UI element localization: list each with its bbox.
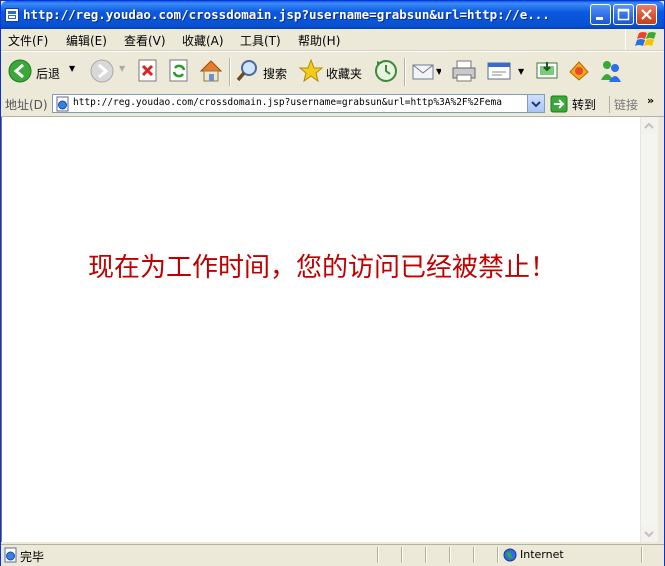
status-divider <box>473 547 475 563</box>
svg-text:▼: ▼ <box>518 67 525 76</box>
printer-icon <box>452 60 476 82</box>
forward-dropdown-icon: ▼ <box>119 64 126 73</box>
search-icon <box>236 60 257 82</box>
messenger-icon <box>601 61 621 82</box>
status-bar: 完毕 Internet <box>1 544 664 566</box>
forward-button[interactable]: ▼ <box>87 56 127 86</box>
address-dropdown-button[interactable] <box>527 95 544 112</box>
close-icon <box>641 9 652 20</box>
standard-toolbar: 后退 ▼ ▼ 搜索 收藏夹 ▼ ▼ <box>1 51 664 93</box>
print-button[interactable] <box>450 56 478 86</box>
refresh-button[interactable] <box>166 56 192 86</box>
windows-logo-icon <box>625 29 664 50</box>
scroll-up-button[interactable] <box>641 117 657 134</box>
chevron-up-icon <box>644 122 654 129</box>
minimize-icon <box>596 17 603 20</box>
stop-button[interactable] <box>135 56 161 86</box>
ie-page-icon <box>5 8 19 22</box>
menu-favorites[interactable]: 收藏(A) <box>182 32 224 49</box>
maximize-icon <box>617 8 630 21</box>
history-button[interactable] <box>372 56 400 86</box>
menu-tools[interactable]: 工具(T) <box>240 32 281 49</box>
favorites-label: 收藏夹 <box>326 67 363 81</box>
status-divider <box>425 547 427 563</box>
blocked-message: 现在为工作时间，您的访问已经被禁止！ <box>87 253 556 283</box>
window-title: http://reg.youdao.com/crossdomain.jsp?us… <box>23 7 550 22</box>
menu-file[interactable]: 文件(F) <box>8 32 48 49</box>
research-button[interactable] <box>565 56 593 86</box>
go-arrow-icon <box>550 95 568 113</box>
refresh-icon <box>169 59 188 82</box>
favorites-star-icon <box>298 58 324 83</box>
address-label: 地址(D) <box>5 98 48 112</box>
back-dropdown-icon[interactable]: ▼ <box>69 64 75 73</box>
svg-text:▼: ▼ <box>436 67 441 76</box>
address-input[interactable]: http://reg.youdao.com/crossdomain.jsp?us… <box>52 94 545 113</box>
minimize-button[interactable] <box>590 4 611 25</box>
search-label: 搜索 <box>263 67 288 81</box>
mail-button[interactable]: ▼ <box>410 56 448 86</box>
menu-view[interactable]: 查看(V) <box>124 32 166 49</box>
chevron-right-icon[interactable]: » <box>647 94 654 107</box>
go-label: 转到 <box>572 98 597 112</box>
page-status-icon <box>4 547 17 563</box>
stop-icon <box>138 59 157 82</box>
edit-button[interactable]: ▼ <box>485 56 529 86</box>
discuss-button[interactable] <box>533 56 561 86</box>
chevron-down-icon <box>644 531 654 538</box>
status-divider <box>497 547 499 563</box>
home-icon <box>199 60 223 82</box>
back-arrow-icon <box>8 59 32 83</box>
status-divider <box>641 547 643 563</box>
chevron-down-icon <box>531 101 541 108</box>
scroll-down-button[interactable] <box>641 525 657 542</box>
internet-globe-icon <box>503 548 517 562</box>
maximize-button[interactable] <box>613 4 634 25</box>
title-bar[interactable]: http://reg.youdao.com/crossdomain.jsp?us… <box>1 1 664 29</box>
toolbar-separator <box>404 58 406 86</box>
security-zone: Internet <box>520 548 564 561</box>
address-bar: 地址(D) http://reg.youdao.com/crossdomain.… <box>1 92 664 117</box>
toolbar-separator <box>229 58 231 86</box>
page-content: 现在为工作时间，您的访问已经被禁止！ <box>1 117 641 542</box>
messenger-button[interactable] <box>597 56 625 86</box>
address-url[interactable]: http://reg.youdao.com/crossdomain.jsp?us… <box>73 97 523 108</box>
page-icon <box>56 96 69 112</box>
back-button[interactable]: 后退 ▼ <box>5 56 79 86</box>
menu-help[interactable]: 帮助(H) <box>298 32 340 49</box>
mail-icon: ▼ <box>412 64 441 80</box>
links-button[interactable]: 链接 <box>609 96 638 113</box>
forward-arrow-icon <box>90 59 114 83</box>
edit-page-icon: ▼ <box>487 62 525 80</box>
close-button[interactable] <box>636 4 657 25</box>
status-divider <box>449 547 451 563</box>
menu-bar: 文件(F) 编辑(E) 查看(V) 收藏(A) 工具(T) 帮助(H) <box>1 29 664 51</box>
status-text: 完毕 <box>20 550 45 564</box>
history-icon <box>375 60 397 82</box>
status-divider <box>401 547 403 563</box>
home-button[interactable] <box>197 56 225 86</box>
favorites-button[interactable]: 收藏夹 <box>297 56 369 86</box>
discuss-icon <box>536 62 558 79</box>
ie-window: http://reg.youdao.com/crossdomain.jsp?us… <box>0 0 665 566</box>
back-label: 后退 <box>36 67 61 81</box>
search-button[interactable]: 搜索 <box>234 56 292 86</box>
menu-edit[interactable]: 编辑(E) <box>66 32 107 49</box>
vertical-scrollbar[interactable] <box>640 117 658 542</box>
status-divider <box>377 547 379 563</box>
go-button[interactable]: 转到 <box>550 95 608 113</box>
research-icon <box>569 61 589 81</box>
